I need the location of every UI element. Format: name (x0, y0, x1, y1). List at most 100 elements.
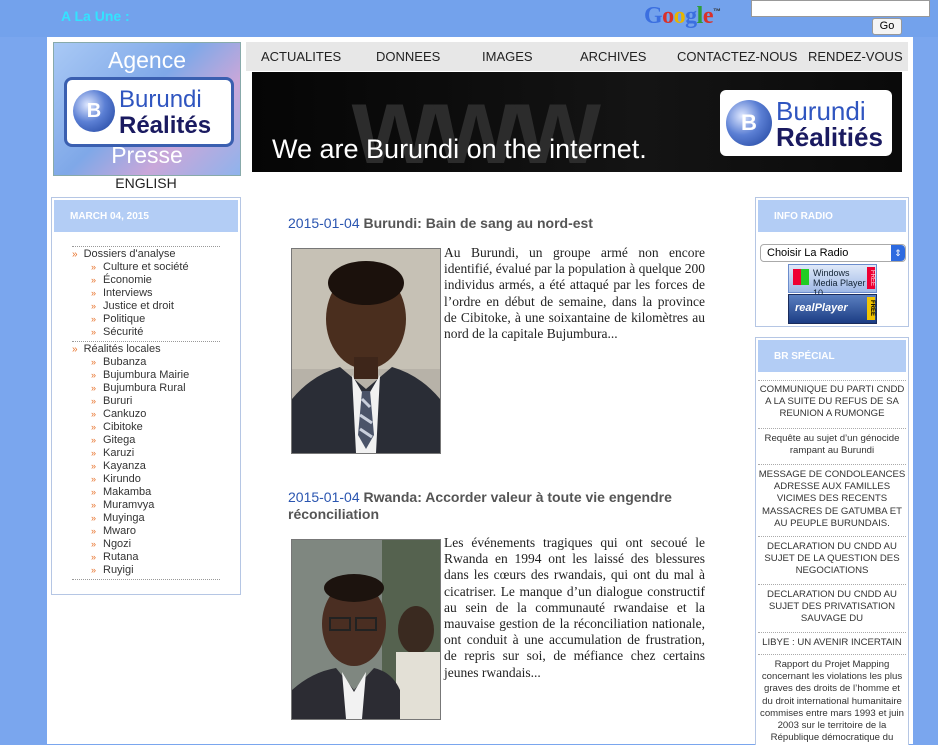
link-label: Karuzi (103, 447, 135, 459)
search-go-button[interactable]: Go (872, 18, 902, 35)
logo-brand-box: B Burundi Réalités (64, 77, 234, 147)
divider (72, 246, 220, 247)
special-link[interactable]: Requête au sujet d’un génocide rampant a… (758, 433, 906, 457)
sidebar-link[interactable]: » Sécurité (91, 326, 144, 338)
sidebar-link[interactable]: » Économie (91, 274, 152, 286)
special-title: BR SPÉCIAL (774, 351, 835, 362)
divider (758, 654, 906, 655)
nav-archives[interactable]: ARCHIVES (580, 49, 646, 64)
agency-logo[interactable]: Agence B Burundi Réalités Presse (53, 42, 241, 176)
special-link[interactable]: LIBYE : UN AVENIR INCERTAIN (758, 637, 906, 649)
sidebar-link[interactable]: » Makamba (91, 486, 152, 498)
arrow-right-icon: » (91, 461, 97, 471)
nav-images[interactable]: IMAGES (482, 49, 533, 64)
sidebar-link[interactable]: » Interviews (91, 287, 153, 299)
link-label: Sécurité (103, 326, 144, 338)
sidebar-link[interactable]: » Bururi (91, 395, 132, 407)
realplayer-button[interactable]: realPlayer FREE (788, 294, 877, 324)
arrow-right-icon: » (91, 262, 97, 272)
nav-contactez-nous[interactable]: CONTACTEZ-NOUS (677, 49, 797, 64)
sidebar-date: MARCH 04, 2015 (70, 211, 149, 222)
arrow-right-icon: » (91, 435, 97, 445)
sidebar-link[interactable]: » Kirundo (91, 473, 141, 485)
link-label: Makamba (103, 486, 152, 498)
arrow-right-icon: » (91, 552, 97, 562)
radio-select[interactable]: Choisir La Radio ⇕ (760, 244, 906, 262)
banner-brand-line2: Réalitiés (776, 122, 883, 152)
divider (758, 464, 906, 465)
sidebar-link[interactable]: » Rutana (91, 551, 138, 563)
special-link[interactable]: Rapport du Projet Mapping concernant les… (758, 659, 906, 744)
link-label: Mwaro (103, 525, 137, 537)
wmp-free-badge: FREE (867, 267, 875, 289)
special-link[interactable]: COMMUNIQUE DU PARTI CNDD A LA SUITE DU R… (758, 384, 906, 421)
sidebar-link[interactable]: » Politique (91, 313, 146, 325)
nav-donnees[interactable]: DONNEES (376, 49, 440, 64)
sidebar-link[interactable]: » Ruyigi (91, 564, 134, 576)
link-label: Cankuzo (103, 408, 147, 420)
logo-top-text: Agence (107, 47, 186, 73)
article-title[interactable]: 2015-01-04 Rwanda: Accorder valeur à tou… (288, 489, 718, 523)
sidebar-link[interactable]: » Muramvya (91, 499, 155, 511)
google-logo: Google™ (644, 3, 721, 29)
link-label: Bubanza (103, 356, 147, 368)
header-banner: www We are Burundi on the internet. B Bu… (252, 72, 902, 172)
arrow-right-icon: » (91, 396, 97, 406)
arrow-right-icon: » (91, 526, 97, 536)
article-excerpt: Les événements tragiques qui ont secoué … (444, 535, 705, 680)
article-date: 2015-01-04 (288, 489, 360, 505)
language-link[interactable]: ENGLISH (53, 175, 239, 191)
sidebar-link[interactable]: » Culture et société (91, 261, 189, 273)
article-photo[interactable] (291, 248, 441, 454)
arrow-right-icon: » (91, 500, 97, 510)
left-sidebar: MARCH 04, 2015 » Dossiers d'analyse » Cult… (51, 197, 241, 595)
radio-panel: INFO RADIO Choisir La Radio ⇕ Windows Med… (755, 197, 909, 327)
nav-actualites[interactable]: ACTUALITES (261, 49, 341, 64)
arrow-right-icon: » (91, 487, 97, 497)
arrow-right-icon: » (91, 383, 97, 393)
arrow-right-icon: » (91, 301, 97, 311)
sidebar-link[interactable]: » Gitega (91, 434, 135, 446)
sidebar-link[interactable]: » Bujumbura Rural (91, 382, 186, 394)
link-label: Muramvya (103, 499, 155, 511)
sidebar-link[interactable]: » Justice et droit (91, 300, 174, 312)
link-label: Bujumbura Rural (103, 382, 186, 394)
banner-logo: B Burundi Réalitiés (720, 90, 892, 156)
sidebar-link[interactable]: » Bujumbura Mairie (91, 369, 189, 381)
arrow-right-icon: » (91, 409, 97, 419)
radio-title: INFO RADIO (774, 211, 833, 222)
article-title[interactable]: 2015-01-04 Burundi: Bain de sang au nord… (288, 215, 718, 232)
arrow-right-icon: » (72, 249, 78, 260)
portrait-image (292, 249, 440, 453)
sidebar-link[interactable]: » Karuzi (91, 447, 135, 459)
portrait-image (292, 540, 440, 719)
top-bar: A La Une : Google™ Go (0, 0, 938, 37)
search-input[interactable] (751, 0, 930, 17)
category-dossiers[interactable]: » Dossiers d'analyse (72, 248, 176, 260)
arrow-right-icon: » (91, 357, 97, 367)
sidebar-link[interactable]: » Muyinga (91, 512, 145, 524)
link-label: Ngozi (103, 538, 132, 550)
sidebar-link[interactable]: » Kayanza (91, 460, 146, 472)
special-link[interactable]: DECLARATION DU CNDD AU SUJET DE LA QUEST… (758, 541, 906, 578)
realplayer-label: realPlayer (795, 302, 848, 314)
sidebar-link[interactable]: » Cankuzo (91, 408, 147, 420)
special-link[interactable]: DECLARATION DU CNDD AU SUJET DES PRIVATI… (758, 589, 906, 626)
category-realites-locales[interactable]: » Réalités locales (72, 343, 161, 355)
arrow-right-icon: » (72, 344, 78, 355)
special-link[interactable]: MESSAGE DE CONDOLEANCES ADRESSE AUX FAMI… (758, 469, 906, 530)
nav-rendez-vous[interactable]: RENDEZ-VOUS (808, 49, 903, 64)
arrow-right-icon: » (91, 422, 97, 432)
sidebar-link[interactable]: » Mwaro (91, 525, 137, 537)
logo-brand-line2: Réalités (119, 112, 212, 139)
windows-media-player-button[interactable]: Windows Media Player 10 FREE (788, 264, 877, 298)
arrow-right-icon: » (91, 314, 97, 324)
sidebar-link[interactable]: » Cibitoke (91, 421, 143, 433)
sidebar-link[interactable]: » Bubanza (91, 356, 147, 368)
link-label: Politique (103, 313, 146, 325)
article-photo[interactable] (291, 539, 441, 720)
logo-brand-line1: Burundi (119, 86, 202, 113)
link-label: Cibitoke (103, 421, 143, 433)
sidebar-link[interactable]: » Ngozi (91, 538, 132, 550)
link-label: Interviews (103, 287, 153, 299)
